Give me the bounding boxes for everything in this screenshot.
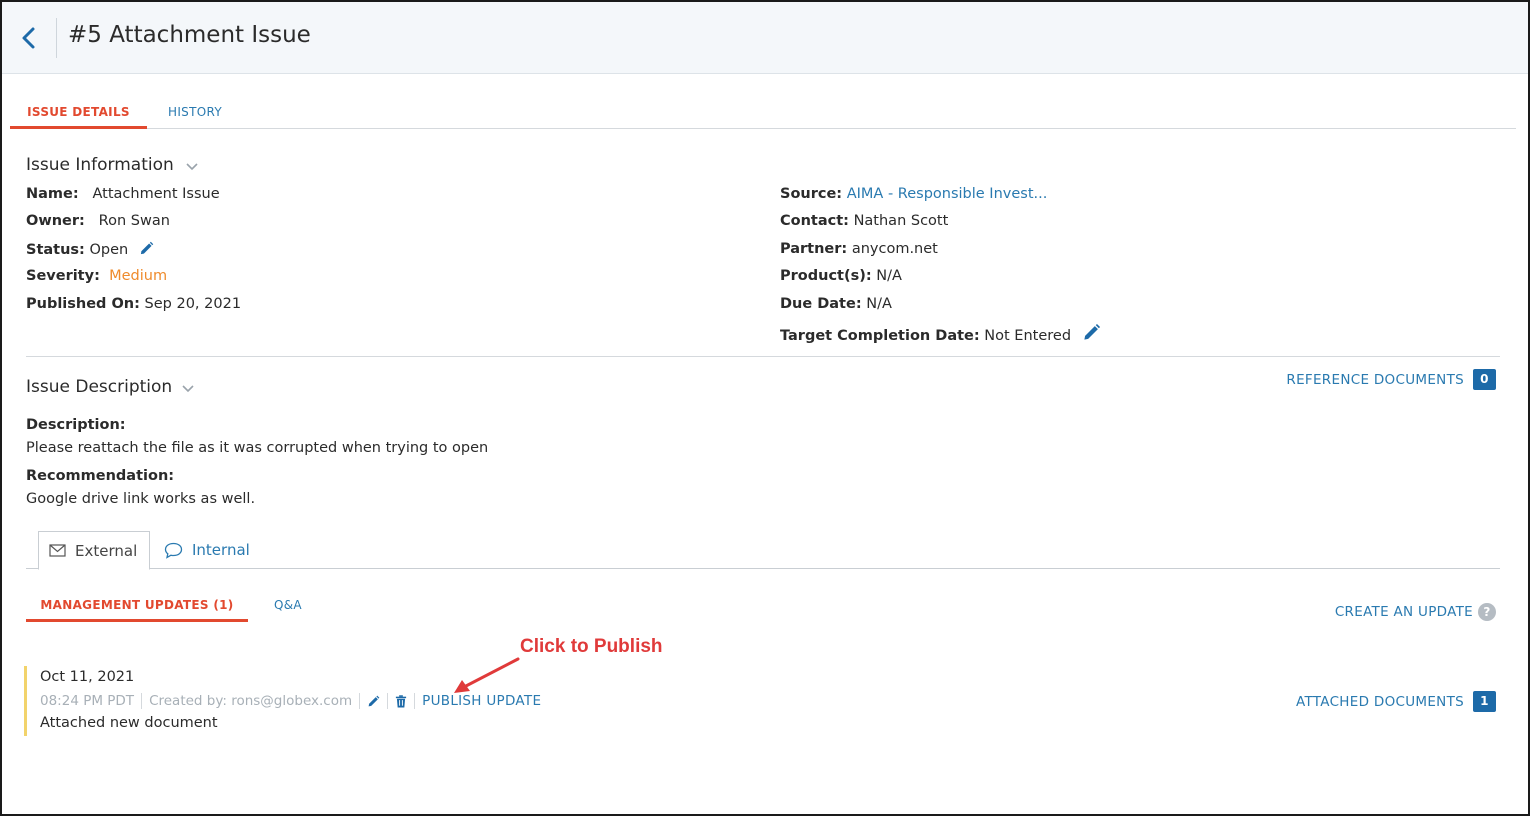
field-label: Published On: (26, 296, 140, 312)
field-owner: Owner: Ron Swan (26, 213, 170, 229)
field-value: N/A (876, 268, 902, 284)
attached-documents-label: ATTACHED DOCUMENTS (1295, 693, 1464, 710)
tab-history[interactable]: HISTORY (168, 105, 222, 119)
meta-separator (414, 693, 416, 709)
source-link[interactable]: AIMA - Responsible Invest... (847, 186, 1048, 202)
field-published-on: Published On: Sep 20, 2021 (26, 296, 241, 312)
field-value: Open (89, 242, 129, 258)
section-divider (26, 356, 1500, 357)
tab-management-updates[interactable]: MANAGEMENT UPDATES (1) (26, 598, 248, 622)
main-tabs: ISSUE DETAILS HISTORY (10, 99, 1516, 129)
update-date: Oct 11, 2021 (40, 669, 135, 685)
field-value: Ron Swan (98, 213, 170, 229)
back-button[interactable] (16, 22, 44, 54)
trash-icon (396, 694, 407, 708)
field-partner: Partner: anycom.net (780, 241, 938, 257)
field-label: Contact: (780, 213, 849, 229)
page-header: #5 Attachment Issue (2, 2, 1528, 74)
field-products: Product(s): N/A (780, 268, 902, 284)
recommendation-text: Google drive link works as well. (26, 491, 256, 507)
field-label: Owner: (26, 213, 85, 229)
envelope-icon (49, 544, 66, 557)
field-target-completion-date: Target Completion Date: Not Entered (780, 323, 1101, 346)
chevron-left-icon (22, 27, 35, 49)
reference-documents-count: 0 (1473, 369, 1496, 390)
pencil-icon (368, 695, 380, 706)
field-name: Name: Attachment Issue (26, 186, 220, 202)
field-label: Partner: (780, 241, 848, 257)
field-value: N/A (866, 296, 892, 312)
field-label: Status: (26, 242, 85, 258)
tab-internal-label: Internal (192, 541, 250, 559)
issue-information-heading: Issue Information (26, 155, 174, 175)
field-severity: Severity: Medium (26, 268, 167, 284)
communication-tabs: External Internal (26, 531, 1500, 570)
meta-separator (387, 693, 389, 709)
tab-external-label: External (75, 541, 138, 560)
tab-issue-details[interactable]: ISSUE DETAILS (10, 105, 147, 129)
reference-documents-label: REFERENCE DOCUMENTS (1286, 371, 1464, 388)
severity-value: Medium (109, 268, 168, 284)
field-label: Product(s): (780, 268, 872, 284)
update-time: 08:24 PM PDT (40, 693, 135, 709)
issue-description-heading: Issue Description (26, 377, 173, 397)
field-label: Target Completion Date: (780, 328, 980, 344)
update-created-by: Created by: rons@globex.com (149, 693, 353, 709)
pencil-icon (140, 241, 154, 255)
pencil-icon (1084, 323, 1100, 340)
field-label: Name: (26, 186, 79, 202)
meta-separator (359, 693, 361, 709)
tab-qa[interactable]: Q&A (274, 598, 302, 612)
annotation-callout: Click to Publish (520, 636, 663, 657)
attached-documents-button[interactable]: ATTACHED DOCUMENTS 1 (1296, 691, 1496, 712)
edit-status-button[interactable] (139, 241, 154, 260)
field-value: Attachment Issue (92, 186, 220, 202)
edit-target-date-button[interactable] (1082, 323, 1101, 346)
field-label: Source: (780, 186, 843, 202)
delete-update-button[interactable] (395, 694, 407, 708)
edit-update-button[interactable] (367, 695, 380, 708)
field-status: Status: Open (26, 241, 154, 260)
description-text: Please reattach the file as it was corru… (26, 440, 489, 456)
field-value: Sep 20, 2021 (144, 296, 242, 312)
field-value: Not Entered (984, 328, 1072, 344)
speech-bubble-icon (164, 542, 183, 559)
field-contact: Contact: Nathan Scott (780, 213, 948, 229)
page-title: #5 Attachment Issue (68, 22, 311, 48)
field-label: Severity: (26, 268, 100, 284)
field-source: Source: AIMA - Responsible Invest... (780, 186, 1047, 202)
update-accent-bar (24, 666, 27, 736)
field-label: Due Date: (780, 296, 862, 312)
help-icon[interactable]: ? (1478, 603, 1496, 621)
update-body: Attached new document (40, 715, 218, 731)
field-value: anycom.net (851, 241, 938, 257)
field-value: Nathan Scott (853, 213, 949, 229)
meta-separator (141, 693, 143, 709)
chevron-down-icon[interactable] (181, 384, 195, 394)
attached-documents-count: 1 (1473, 691, 1496, 712)
annotation-arrow-icon (454, 657, 520, 693)
reference-documents-button[interactable]: REFERENCE DOCUMENTS 0 (1286, 369, 1496, 390)
create-update-button[interactable]: CREATE AN UPDATE ? (1335, 603, 1496, 621)
tab-internal[interactable]: Internal (164, 531, 250, 569)
create-update-label: CREATE AN UPDATE (1334, 604, 1473, 620)
app-window: #5 Attachment Issue ISSUE DETAILS HISTOR… (0, 0, 1530, 816)
chevron-down-icon[interactable] (185, 162, 199, 172)
description-label: Description: (26, 417, 126, 433)
header-divider (56, 18, 57, 58)
field-due-date: Due Date: N/A (780, 296, 892, 312)
tab-external[interactable]: External (38, 531, 150, 570)
recommendation-label: Recommendation: (26, 468, 175, 484)
